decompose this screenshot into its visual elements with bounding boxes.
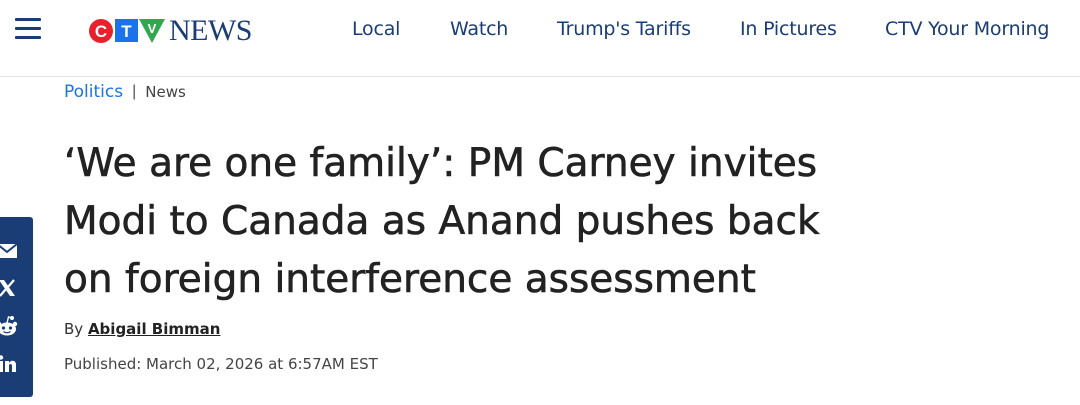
breadcrumb-politics[interactable]: Politics: [64, 82, 123, 102]
logo-news-word: NEWS: [169, 14, 253, 47]
ctv-news-logo[interactable]: C T V NEWS: [88, 14, 253, 48]
breadcrumb-news[interactable]: News: [145, 83, 186, 101]
logo-letter-v: V: [148, 21, 157, 36]
logo-letter-c: C: [95, 22, 107, 41]
headline-line: on foreign interference assessment: [64, 257, 757, 303]
byline: By Abigail Bimman: [64, 320, 220, 338]
hamburger-menu-icon[interactable]: [15, 17, 41, 41]
nav-in-pictures[interactable]: In Pictures: [740, 18, 837, 42]
breadcrumb-separator: |: [132, 83, 137, 100]
x-icon[interactable]: [0, 275, 20, 301]
logo-letter-t: T: [121, 22, 132, 41]
ctv-logo-mark: C T V: [89, 19, 165, 43]
author-link[interactable]: Abigail Bimman: [88, 320, 221, 338]
headline-line: Modi to Canada as Anand pushes back: [64, 199, 820, 245]
published-date: Published: March 02, 2026 at 6:57AM EST: [64, 355, 378, 373]
nav-trumps-tariffs[interactable]: Trump's Tariffs: [557, 18, 691, 42]
article-headline: ‘We are one family’: PM Carney invites M…: [64, 135, 1064, 309]
nav-ctv-your-morning[interactable]: CTV Your Morning: [885, 18, 1049, 42]
breadcrumb: Politics | News: [64, 80, 186, 104]
reddit-icon[interactable]: [0, 313, 20, 339]
site-header: C T V NEWS Local Watch Trump's Tariffs I…: [0, 0, 1080, 77]
byline-prefix: By: [64, 320, 84, 338]
linkedin-icon[interactable]: [0, 351, 20, 377]
share-rail: [0, 217, 33, 397]
email-icon[interactable]: [0, 238, 20, 264]
nav-watch[interactable]: Watch: [450, 18, 508, 42]
nav-local[interactable]: Local: [352, 18, 400, 42]
headline-line: ‘We are one family’: PM Carney invites: [64, 141, 818, 187]
